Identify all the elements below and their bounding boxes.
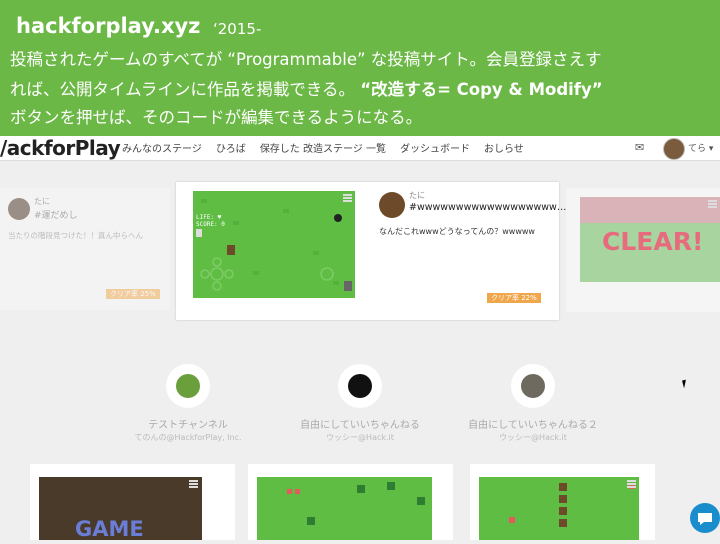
timeline-card-main[interactable]: LIFE: ♥ SCORE: 0 たに #wwwwwwwwwwwwwwwwww…… [176,182,566,320]
timeline-card-bottom-1[interactable]: GAME [30,464,235,541]
nav-item-stages[interactable]: みんなのステージ [122,140,202,155]
clear-text: CLEAR! [602,227,704,256]
description-line-3: ボタンを押せば、そのコードが編集できるようになる。 [10,108,423,127]
card-message: なんだこれwwwどうなってんの？wwwww [379,227,535,236]
card-username: たに [409,191,425,200]
channel-title: テストチャンネル [148,420,228,431]
description-line-2: れば、公開タイムラインに作品を掲載できる。 “改造する= Copy & Modi… [10,76,603,100]
intro-banner: hackforplay.xyz ‘2015- 投稿されたゲームのすべてが “Pr… [0,0,720,136]
card-message: 当たりの階段見つけた！！真ん中らへん [8,231,143,240]
site-name: hackforplay.xyz [16,14,201,38]
mouse-cursor [682,379,688,389]
hud-life: LIFE: ♥ [196,214,222,221]
year-label: ‘2015- [213,20,262,38]
hud-score: SCORE: 0 [196,221,225,228]
channel-free-2[interactable]: 自由にしていいちゃんねる２ ウッシー@Hack.it [448,364,618,443]
channel-free-1[interactable]: 自由にしていいちゃんねる ウッシー@Hack.it [275,364,445,443]
channel-avatar [166,364,210,408]
game-scene: LIFE: ♥ SCORE: 0 [193,191,355,298]
game-thumbnail[interactable] [257,477,432,540]
avatar [8,198,30,220]
timeline-card-bottom-3[interactable] [470,464,655,540]
channel-title: 自由にしていいちゃんねる [300,420,420,431]
menu-icon[interactable] [708,200,717,208]
game-thumbnail[interactable] [479,477,639,540]
card-tag: #運だめし [34,211,78,221]
game-thumbnail[interactable]: CLEAR! [580,197,720,282]
game-scene [257,477,432,540]
channel-owner: ウッシー@Hack.it [326,433,394,442]
game-thumbnail[interactable]: GAME [39,477,202,541]
top-nav: /ackforPlay みんなのステージ ひろば 保存した 改造ステージ 一覧 … [0,136,720,161]
channel-avatar [511,364,555,408]
channel-avatar [338,364,382,408]
game-thumbnail[interactable]: LIFE: ♥ SCORE: 0 [193,191,355,298]
gameover-text: GAME [75,517,144,541]
channel-owner: ウッシー@Hack.it [499,433,567,442]
card-tag: #wwwwwwwwwwwwwwwwww… [409,202,567,213]
menu-icon[interactable] [189,480,198,488]
user-avatar[interactable] [663,138,685,160]
copy-modify-quote: “改造する= Copy & Modify” [360,80,603,99]
timeline-card-bottom-2[interactable] [248,464,453,540]
game-wall [580,197,720,223]
timeline-card-left[interactable]: たに #運だめし 当たりの階段見つけた！！真ん中らへん クリア率 25% [0,188,170,310]
game-scene [479,477,639,540]
channel-test[interactable]: テストチャンネル てのんの@HackforPlay, Inc. [103,364,273,443]
nav-item-plaza[interactable]: ひろば [216,140,246,155]
avatar [379,192,405,218]
chat-icon[interactable] [690,503,720,533]
nav-item-saved-stages[interactable]: 保存した 改造ステージ 一覧 [260,140,386,155]
card-username: たに [34,197,50,206]
logo[interactable]: /ackforPlay [0,136,121,160]
description-line-1: 投稿されたゲームのすべてが “Programmable” な投稿サイト。会員登録… [10,50,602,69]
mail-icon[interactable]: ✉ [635,141,644,154]
channel-title: 自由にしていいちゃんねる２ [468,420,598,431]
channel-owner: てのんの@HackforPlay, Inc. [134,433,242,442]
user-menu[interactable]: てら ▾ [688,141,713,154]
timeline-card-right[interactable]: CLEAR! [566,188,720,312]
nav-menu: みんなのステージ ひろば 保存した 改造ステージ 一覧 ダッシュボード おしらせ [122,140,538,155]
clear-rate-badge: クリア率 25% [106,289,160,299]
description-line-2-text: れば、公開タイムラインに作品を掲載できる。 [10,80,361,99]
nav-item-news[interactable]: おしらせ [484,140,524,155]
nav-item-dashboard[interactable]: ダッシュボード [400,140,470,155]
menu-icon[interactable] [343,194,352,202]
clear-rate-badge: クリア率 22% [487,293,541,303]
menu-icon[interactable] [627,480,636,488]
